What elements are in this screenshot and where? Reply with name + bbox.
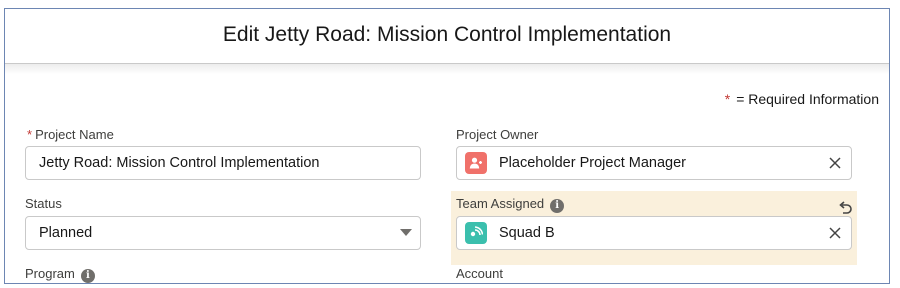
team-assigned-lookup[interactable]: Squad B (456, 216, 852, 250)
status-select[interactable]: Planned (25, 216, 421, 250)
status-value: Planned (39, 225, 93, 241)
chevron-down-icon (400, 229, 412, 236)
required-information-note: * = Required Information (725, 91, 879, 107)
project-owner-value: Placeholder Project Manager (499, 155, 686, 171)
clear-team-icon[interactable] (826, 223, 844, 243)
required-note-text: = Required Information (736, 91, 879, 107)
program-label-text: Program (25, 266, 75, 281)
clear-owner-icon[interactable] (826, 153, 844, 173)
required-star: * (724, 91, 731, 107)
team-assigned-value: Squad B (499, 225, 555, 241)
modal-body: * = Required Information * Project Name Je… (5, 64, 889, 283)
required-star: * (27, 127, 33, 142)
project-name-value: Jetty Road: Mission Control Implementati… (39, 155, 320, 171)
info-icon[interactable]: i (550, 199, 565, 213)
account-label: Account (456, 266, 503, 281)
user-icon (465, 152, 487, 174)
project-owner-label: Project Owner (456, 127, 539, 142)
team-assigned-label-text: Team Assigned (456, 196, 545, 211)
status-label: Status (25, 196, 62, 211)
project-name-input[interactable]: Jetty Road: Mission Control Implementati… (25, 146, 421, 180)
team-icon (465, 222, 487, 244)
undo-icon[interactable] (837, 201, 853, 217)
project-name-label-text: Project Name (35, 127, 114, 142)
team-assigned-label: Team Assigned i (456, 196, 565, 213)
modal-header: Edit Jetty Road: Mission Control Impleme… (5, 9, 889, 64)
program-label: Program i (25, 266, 95, 283)
project-owner-lookup[interactable]: Placeholder Project Manager (456, 146, 852, 180)
info-icon[interactable]: i (80, 269, 95, 283)
edit-project-modal: Edit Jetty Road: Mission Control Impleme… (4, 8, 890, 284)
modal-title: Edit Jetty Road: Mission Control Impleme… (222, 23, 672, 46)
project-name-label: * Project Name (27, 127, 114, 142)
